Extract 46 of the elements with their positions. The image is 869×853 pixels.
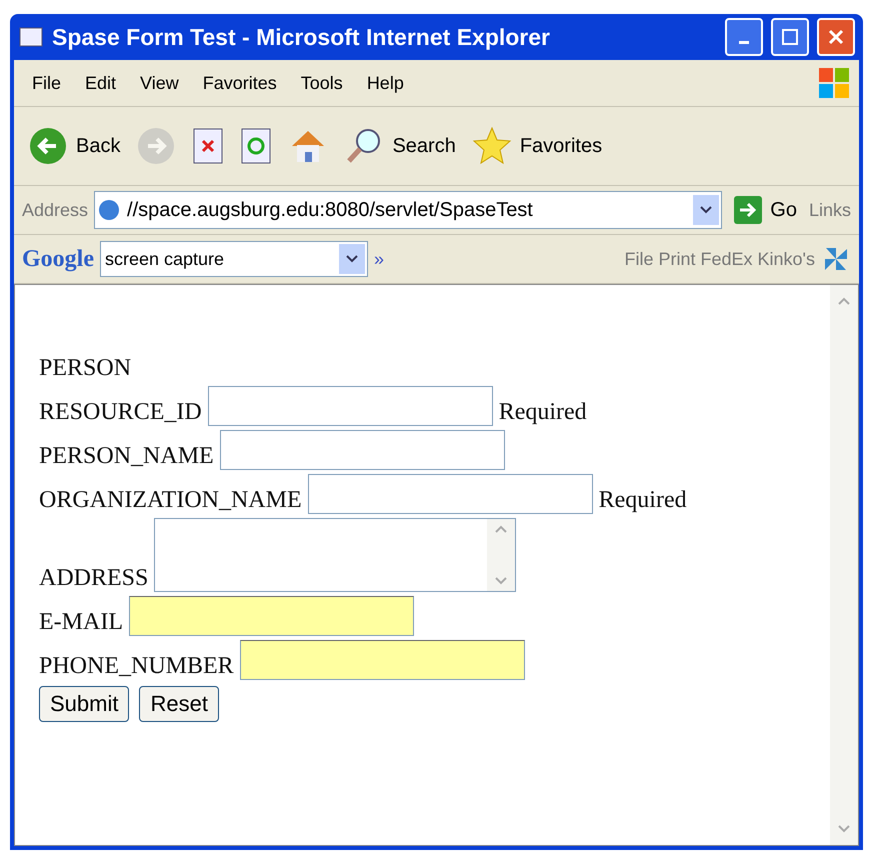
field-label: ORGANIZATION_NAME (39, 487, 302, 514)
menu-item[interactable]: Favorites (192, 72, 287, 94)
required-note: Required (498, 399, 587, 426)
section-heading: PERSON (39, 355, 132, 382)
menu-item[interactable]: Tools (290, 72, 353, 94)
google-logo: Google (22, 246, 94, 272)
search-button[interactable]: Search (338, 122, 462, 170)
windows-flag-icon (817, 66, 851, 100)
field-label: PHONE_NUMBER (39, 653, 234, 680)
field-label: ADDRESS (39, 565, 148, 592)
field-label: E-MAIL (39, 609, 123, 636)
minimize-icon (739, 40, 749, 44)
text-field[interactable] (308, 474, 593, 514)
links-label[interactable]: Links (808, 200, 851, 220)
reset-button[interactable]: Reset (139, 686, 219, 722)
menu-item[interactable]: Help (356, 72, 414, 94)
text-field[interactable] (240, 640, 525, 680)
text-field[interactable] (128, 596, 414, 636)
address-field[interactable]: //space.augsburg.edu:8080/servlet/SpaseTest (94, 191, 722, 229)
required-note: Required (598, 487, 687, 514)
menu-item[interactable]: File (22, 72, 72, 94)
go-button[interactable]: Go (728, 192, 803, 228)
text-field[interactable] (220, 430, 505, 470)
text-field[interactable] (208, 386, 493, 426)
window-title: Spase Form Test - Microsoft Internet Explorer (52, 24, 552, 50)
toolbar-links[interactable]: File Print FedEx Kinko's (624, 248, 815, 270)
back-button[interactable]: Back (22, 122, 126, 170)
address-textarea[interactable] (154, 518, 516, 592)
close-icon (827, 28, 845, 46)
more-chevron[interactable]: » (374, 248, 384, 270)
refresh-icon (240, 127, 272, 165)
close-button[interactable] (817, 18, 855, 56)
field-label: RESOURCE_ID (39, 399, 202, 426)
minimize-button[interactable] (725, 18, 763, 56)
star-icon (472, 126, 512, 166)
maximize-button[interactable] (771, 18, 809, 56)
field-label: PERSON_NAME (39, 443, 214, 470)
favorites-button[interactable]: Favorites (466, 122, 608, 170)
google-search-field[interactable]: screen capture (100, 241, 368, 277)
maximize-icon (781, 28, 799, 46)
address-label: Address (22, 200, 88, 220)
menu-item[interactable]: View (130, 72, 189, 94)
stop-icon (192, 127, 224, 165)
menu-item[interactable]: Edit (75, 72, 126, 94)
page-icon (97, 198, 122, 222)
submit-button[interactable]: Submit (39, 686, 130, 722)
